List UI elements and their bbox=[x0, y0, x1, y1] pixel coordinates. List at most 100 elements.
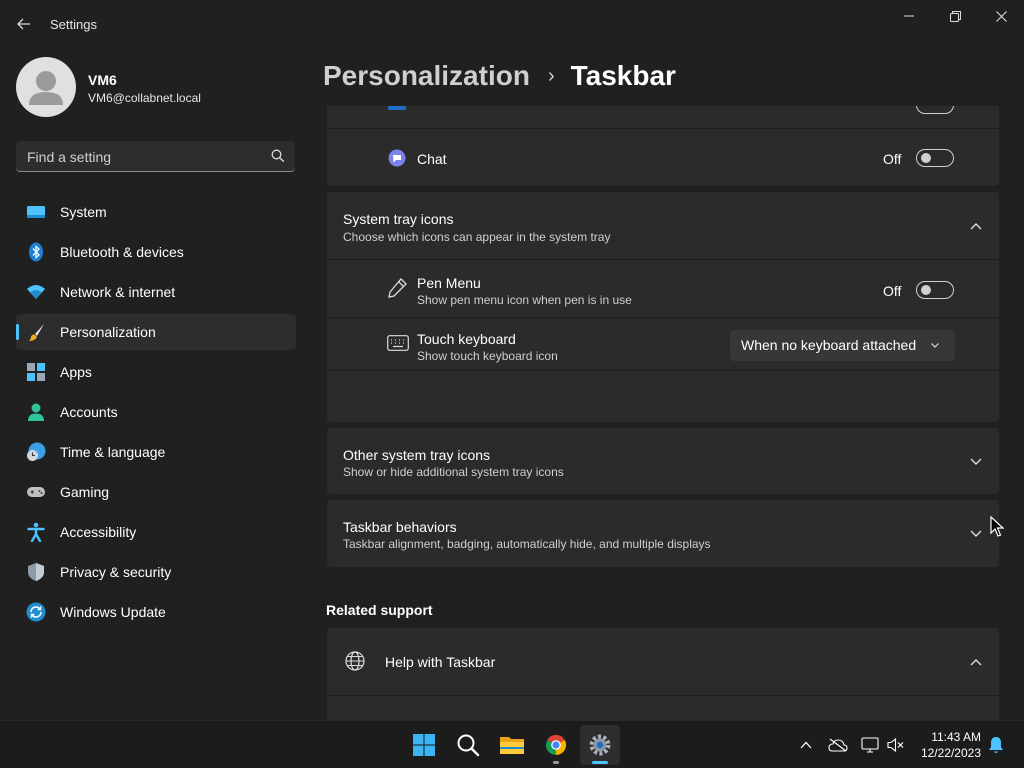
minimize-button[interactable] bbox=[886, 0, 932, 32]
taskbar-behaviors-card[interactable]: Taskbar behaviors Taskbar alignment, bad… bbox=[327, 500, 999, 567]
notification-center-button[interactable] bbox=[986, 735, 1006, 755]
sidebar-item-apps[interactable]: Apps bbox=[16, 354, 296, 390]
arrow-left-icon bbox=[17, 18, 30, 30]
settings-icon bbox=[589, 734, 611, 756]
close-icon bbox=[995, 10, 1007, 22]
sidebar-item-windows-update[interactable]: Windows Update bbox=[16, 594, 296, 630]
volume-tray-button[interactable] bbox=[886, 735, 906, 755]
sidebar-item-gaming[interactable]: Gaming bbox=[16, 474, 296, 510]
sidebar-item-bluetooth[interactable]: Bluetooth & devices bbox=[16, 234, 296, 270]
toggle-knob bbox=[921, 285, 931, 295]
divider bbox=[327, 370, 999, 371]
sidebar-item-label: Accessibility bbox=[60, 524, 137, 540]
show-hidden-icons-button[interactable] bbox=[796, 735, 816, 755]
help-with-taskbar-header[interactable]: Help with Taskbar bbox=[327, 628, 999, 694]
clock-globe-icon bbox=[27, 442, 46, 461]
mouse-cursor-icon bbox=[990, 516, 1004, 537]
update-icon bbox=[26, 602, 46, 622]
chrome-button[interactable] bbox=[536, 725, 576, 765]
search-input[interactable] bbox=[16, 141, 269, 173]
sidebar-item-personalization[interactable]: Personalization bbox=[16, 314, 296, 350]
system-tray-icons-header[interactable]: System tray icons Choose which icons can… bbox=[327, 192, 999, 259]
profile-name: VM6 bbox=[88, 72, 117, 88]
pen-menu-title: Pen Menu bbox=[417, 275, 481, 291]
chat-toggle[interactable] bbox=[916, 149, 954, 167]
avatar[interactable] bbox=[16, 57, 76, 117]
sidebar-item-label: System bbox=[60, 204, 107, 220]
volume-muted-icon bbox=[887, 737, 904, 753]
apps-icon bbox=[27, 363, 45, 381]
accessibility-icon bbox=[27, 522, 45, 542]
restore-button[interactable] bbox=[932, 0, 978, 32]
sidebar-item-system[interactable]: System bbox=[16, 194, 296, 230]
globe-icon bbox=[345, 651, 365, 671]
other-system-tray-icons-card[interactable]: Other system tray icons Show or hide add… bbox=[327, 428, 999, 494]
divider bbox=[327, 259, 999, 260]
chevron-down-icon bbox=[931, 343, 939, 348]
sidebar-item-accounts[interactable]: Accounts bbox=[16, 394, 296, 430]
dropdown-selected-value: When no keyboard attached bbox=[741, 337, 917, 353]
pen-icon bbox=[388, 278, 407, 298]
start-button[interactable] bbox=[404, 725, 444, 765]
back-button[interactable] bbox=[10, 10, 38, 38]
page-title: Taskbar bbox=[570, 60, 676, 91]
touch-keyboard-dropdown[interactable]: When no keyboard attached bbox=[730, 330, 955, 361]
gamepad-icon bbox=[27, 487, 45, 497]
chevron-down-icon bbox=[970, 530, 982, 537]
section-title: System tray icons bbox=[343, 211, 454, 227]
minimize-icon bbox=[904, 15, 914, 17]
touch-keyboard-subtitle: Show touch keyboard icon bbox=[417, 349, 558, 363]
system-tray-icons-card: System tray icons Choose which icons can… bbox=[327, 192, 999, 422]
sidebar-item-time-language[interactable]: Time & language bbox=[16, 434, 296, 470]
search-icon[interactable] bbox=[271, 149, 285, 163]
sidebar-item-accessibility[interactable]: Accessibility bbox=[16, 514, 296, 550]
network-icon bbox=[861, 737, 879, 753]
sidebar-item-label: Network & internet bbox=[60, 284, 176, 300]
sidebar-item-network[interactable]: Network & internet bbox=[16, 274, 296, 310]
partial-item-toggle[interactable] bbox=[916, 106, 954, 114]
onedrive-offline-icon bbox=[828, 738, 848, 752]
section-subtitle: Choose which icons can appear in the sys… bbox=[343, 230, 611, 244]
chevron-up-icon bbox=[800, 741, 812, 749]
user-icon bbox=[29, 71, 63, 105]
file-explorer-button[interactable] bbox=[492, 725, 532, 765]
related-support-heading: Related support bbox=[326, 602, 433, 618]
file-explorer-icon bbox=[500, 737, 524, 754]
divider bbox=[327, 695, 999, 696]
settings-content: Chat Off System tray icons Choose which … bbox=[326, 106, 1000, 720]
breadcrumb-parent-link[interactable]: Personalization bbox=[323, 60, 530, 92]
system-icon bbox=[27, 206, 45, 218]
taskbar-search-button[interactable] bbox=[448, 725, 488, 765]
clock-time: 11:43 AM bbox=[931, 730, 981, 744]
breadcrumb: Personalization › Taskbar bbox=[323, 58, 676, 94]
sidebar-item-label: Time & language bbox=[60, 444, 166, 460]
toggle-knob bbox=[921, 153, 931, 163]
sidebar-nav: System Bluetooth & devices Network & int… bbox=[16, 194, 296, 634]
close-button[interactable] bbox=[978, 0, 1024, 32]
settings-app-button[interactable] bbox=[580, 725, 620, 765]
sidebar-item-label: Bluetooth & devices bbox=[60, 244, 184, 260]
start-icon bbox=[413, 734, 435, 756]
search-icon bbox=[457, 734, 480, 757]
section-subtitle: Taskbar alignment, badging, automaticall… bbox=[343, 537, 711, 551]
search-box[interactable] bbox=[16, 141, 295, 173]
shield-icon bbox=[28, 563, 44, 581]
sidebar-item-privacy[interactable]: Privacy & security bbox=[16, 554, 296, 590]
onedrive-tray-button[interactable] bbox=[828, 735, 848, 755]
pen-menu-subtitle: Show pen menu icon when pen is in use bbox=[417, 293, 632, 307]
sidebar-item-label: Personalization bbox=[60, 324, 156, 340]
wifi-icon bbox=[27, 285, 45, 299]
pen-menu-toggle-state: Off bbox=[883, 283, 902, 299]
help-with-taskbar-card: Help with Taskbar bbox=[327, 628, 999, 720]
pen-menu-toggle[interactable] bbox=[916, 281, 954, 299]
network-tray-button[interactable] bbox=[860, 735, 880, 755]
sidebar-item-label: Apps bbox=[60, 364, 92, 380]
notification-bell-icon bbox=[989, 737, 1003, 753]
touch-keyboard-title: Touch keyboard bbox=[417, 331, 516, 347]
help-title: Help with Taskbar bbox=[385, 654, 496, 670]
taskbar-clock[interactable]: 11:43 AM 12/22/2023 bbox=[921, 729, 981, 761]
clock-date: 12/22/2023 bbox=[920, 746, 981, 760]
running-indicator bbox=[553, 761, 559, 764]
section-title: Taskbar behaviors bbox=[343, 519, 457, 535]
chat-toggle-state: Off bbox=[883, 151, 902, 167]
